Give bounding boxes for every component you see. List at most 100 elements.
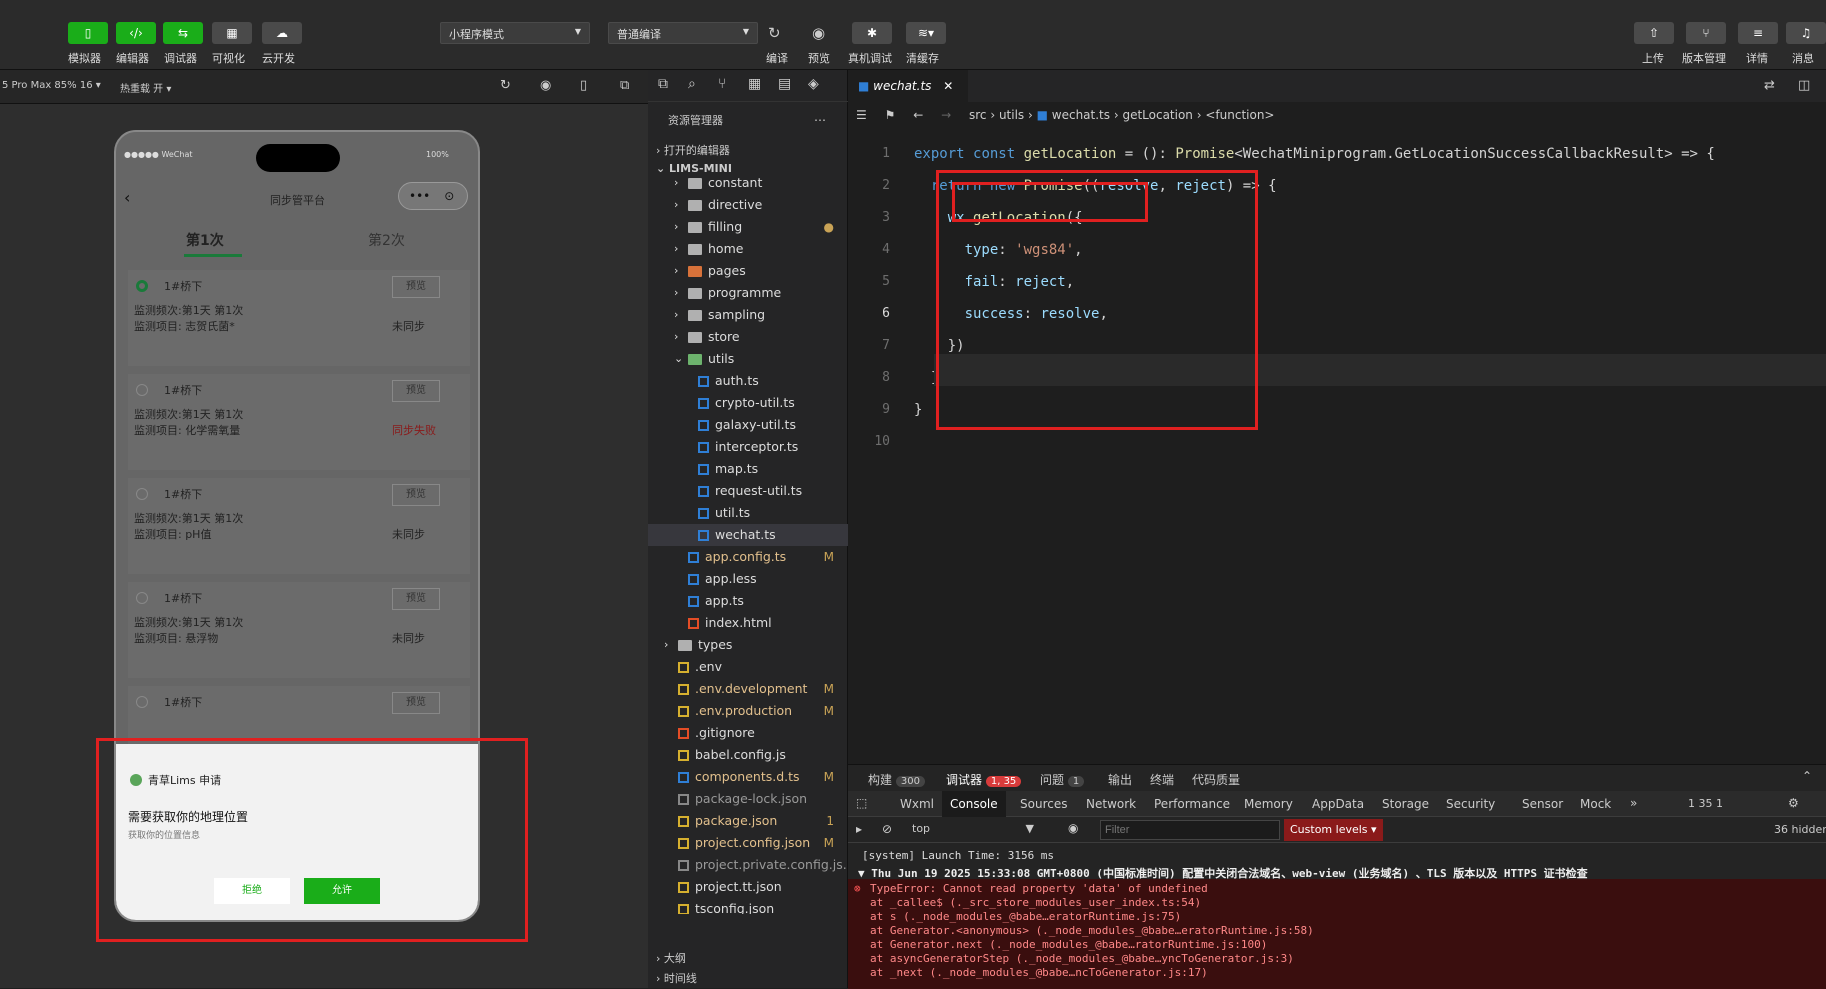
- tab-security[interactable]: Security: [1446, 797, 1495, 811]
- tab-second[interactable]: 第2次: [368, 230, 405, 250]
- file-tree-item[interactable]: request-util.ts: [648, 480, 848, 502]
- cloud-button[interactable]: ☁: [262, 22, 302, 44]
- stack-frame[interactable]: at Generator.next (._node_modules_@babe……: [870, 938, 1267, 951]
- popout-icon[interactable]: ⧉: [620, 78, 629, 93]
- tab-wechat-ts[interactable]: ■ wechat.ts ✕: [848, 70, 968, 102]
- git-icon[interactable]: ⑂: [718, 76, 726, 92]
- chevron-right-icon[interactable]: ›: [674, 174, 678, 194]
- compare-icon[interactable]: ⇄: [1764, 78, 1775, 93]
- file-tree-item[interactable]: › pages: [648, 260, 848, 282]
- tab-output[interactable]: 输出: [1108, 771, 1132, 788]
- stack-frame[interactable]: at _next (._node_modules_@babe…ncToGener…: [870, 966, 1208, 979]
- chevron-right-icon[interactable]: ›: [664, 634, 668, 656]
- file-tree-item[interactable]: crypto-util.ts: [648, 392, 848, 414]
- issue-counts[interactable]: 1 35 1: [1688, 797, 1723, 810]
- file-tree-item[interactable]: › types: [648, 634, 848, 656]
- file-tree-item[interactable]: .env.production M: [648, 700, 848, 722]
- tab-sensor[interactable]: Sensor: [1522, 797, 1563, 811]
- breadcrumb-item[interactable]: wechat.ts: [1052, 108, 1110, 122]
- file-tree-item[interactable]: › programme: [648, 282, 848, 304]
- editor-toggle-button[interactable]: ‹/›: [116, 22, 156, 44]
- timeline-section[interactable]: › 时间线: [656, 970, 697, 986]
- refresh-icon[interactable]: ↻: [768, 24, 781, 42]
- file-tree-item[interactable]: interceptor.ts: [648, 436, 848, 458]
- file-tree-item[interactable]: package.json 1: [648, 810, 848, 832]
- tab-first[interactable]: 第1次: [186, 230, 224, 250]
- mode-select[interactable]: 小程序模式 ▼: [440, 22, 590, 44]
- forward-icon[interactable]: →: [941, 108, 951, 122]
- context-select[interactable]: top ▼: [908, 820, 1038, 840]
- chevron-right-icon[interactable]: ›: [674, 238, 678, 260]
- chevron-up-icon[interactable]: ⌃: [1802, 769, 1812, 783]
- file-tree-item[interactable]: tsconfig.json: [648, 898, 848, 914]
- code-line[interactable]: }: [914, 394, 922, 426]
- compile-select[interactable]: 普通编译 ▼: [608, 22, 758, 44]
- bookmark-icon[interactable]: ⚑: [885, 108, 896, 122]
- file-tree-item[interactable]: project.private.config.js...: [648, 854, 848, 876]
- simulator-toggle-button[interactable]: ▯: [68, 22, 108, 44]
- list-item[interactable]: 1#桥下 预览 监测频次:第1天 第1次 监测项目: 化学需氧量 同步失败: [128, 374, 470, 470]
- files-icon[interactable]: ⧉: [658, 76, 668, 92]
- phone-icon[interactable]: ▯: [580, 78, 587, 93]
- layout-icon[interactable]: ▤: [778, 76, 791, 92]
- file-tree-item[interactable]: ⌄ utils: [648, 348, 848, 370]
- inspect-icon[interactable]: ⬚: [856, 796, 867, 810]
- file-tree-item[interactable]: app.config.ts M: [648, 546, 848, 568]
- docker-icon[interactable]: ◈: [808, 76, 819, 92]
- radio-icon[interactable]: [136, 384, 148, 396]
- file-tree-item[interactable]: wechat.ts: [648, 524, 848, 546]
- eye-icon[interactable]: ◉: [1068, 821, 1078, 835]
- list-item[interactable]: 1#桥下 预览 监测频次:第1天 第1次 监测项目: 悬浮物 未同步: [128, 582, 470, 678]
- visual-toggle-button[interactable]: ▦: [212, 22, 252, 44]
- file-tree-item[interactable]: auth.ts: [648, 370, 848, 392]
- file-tree-item[interactable]: .env: [648, 656, 848, 678]
- radio-icon[interactable]: [136, 488, 148, 500]
- version-button[interactable]: ⑂: [1686, 22, 1726, 44]
- stack-frame[interactable]: at asyncGeneratorStep (._node_modules_@b…: [870, 952, 1294, 965]
- chevron-right-icon[interactable]: ›: [674, 260, 678, 282]
- tab-console[interactable]: Console: [942, 791, 1006, 817]
- tab-appdata[interactable]: AppData: [1312, 797, 1364, 811]
- preview-button[interactable]: 预览: [392, 380, 440, 402]
- details-button[interactable]: ≡: [1738, 22, 1778, 44]
- chevron-down-icon[interactable]: ⌄: [674, 348, 683, 370]
- file-tree-item[interactable]: › constant: [648, 174, 848, 194]
- stack-frame[interactable]: at Generator.<anonymous> (._node_modules…: [870, 924, 1314, 937]
- tab-build[interactable]: 构建 300: [868, 771, 925, 788]
- file-tree-item[interactable]: babel.config.js: [648, 744, 848, 766]
- log-levels-select[interactable]: Custom levels ▾: [1284, 819, 1383, 841]
- file-tree-item[interactable]: app.less: [648, 568, 848, 590]
- file-tree-item[interactable]: project.tt.json: [648, 876, 848, 898]
- stack-frame[interactable]: at _callee$ (._src_store_modules_user_in…: [870, 896, 1201, 909]
- list-icon[interactable]: ☰: [856, 108, 867, 122]
- file-tree-item[interactable]: index.html: [648, 612, 848, 634]
- chevron-right-icon[interactable]: ›: [674, 304, 678, 326]
- tab-storage[interactable]: Storage: [1382, 797, 1429, 811]
- radio-checked-icon[interactable]: [136, 280, 148, 292]
- outline-section[interactable]: › 大纲: [656, 950, 686, 966]
- tab-sources[interactable]: Sources: [1020, 797, 1067, 811]
- tab-mock[interactable]: Mock: [1580, 797, 1611, 811]
- code-line[interactable]: export const getLocation = (): Promise<W…: [914, 138, 1715, 170]
- messages-button[interactable]: ♫: [1786, 22, 1826, 44]
- preview-button[interactable]: 预览: [392, 692, 440, 714]
- close-icon[interactable]: ✕: [943, 79, 953, 93]
- tab-terminal[interactable]: 终端: [1150, 771, 1174, 788]
- file-tree-item[interactable]: .gitignore: [648, 722, 848, 744]
- list-item[interactable]: 1#桥下 预览 监测频次:第1天 第1次 监测项目: 志贺氏菌* 未同步: [128, 270, 470, 366]
- more-icon[interactable]: …: [814, 110, 826, 124]
- capsule-menu[interactable]: ••• ⊙: [398, 182, 468, 210]
- file-tree-item[interactable]: › filling ●: [648, 216, 848, 238]
- breadcrumb-item[interactable]: src: [969, 108, 987, 122]
- preview-button[interactable]: 预览: [392, 484, 440, 506]
- file-tree-item[interactable]: › store: [648, 326, 848, 348]
- tab-wxml[interactable]: Wxml: [900, 797, 934, 811]
- gear-icon[interactable]: ⚙: [1788, 796, 1799, 810]
- rotate-icon[interactable]: ↻: [500, 78, 511, 93]
- extensions-icon[interactable]: ▦: [748, 76, 761, 92]
- chevron-right-icon[interactable]: ›: [674, 216, 678, 238]
- split-icon[interactable]: ◫: [1798, 78, 1810, 93]
- tab-code-quality[interactable]: 代码质量: [1192, 771, 1240, 788]
- upload-button[interactable]: ⇧: [1634, 22, 1674, 44]
- console-filter-input[interactable]: [1100, 820, 1280, 840]
